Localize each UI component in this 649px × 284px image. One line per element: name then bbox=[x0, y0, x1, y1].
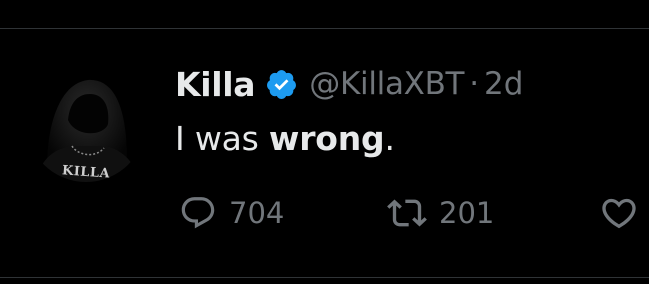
avatar[interactable]: KILLA bbox=[26, 62, 146, 182]
timestamp[interactable]: 2d bbox=[484, 66, 523, 102]
divider-bottom bbox=[0, 277, 649, 278]
display-name[interactable]: Killa bbox=[175, 65, 256, 104]
like-button[interactable] bbox=[599, 190, 639, 236]
retweet-icon bbox=[387, 193, 427, 233]
verified-badge-icon[interactable] bbox=[265, 68, 298, 101]
tweet-card[interactable]: KILLA Killa @KillaXBT · 2d I was wrong. … bbox=[0, 0, 649, 284]
tweet-header: Killa @KillaXBT · 2d bbox=[175, 58, 523, 110]
retweet-button[interactable]: 201 bbox=[387, 190, 494, 236]
user-handle[interactable]: @KillaXBT bbox=[309, 66, 464, 102]
action-bar: 704 201 bbox=[175, 190, 649, 236]
tweet-text-end: . bbox=[384, 119, 395, 158]
reply-count: 704 bbox=[229, 196, 285, 230]
heart-icon bbox=[599, 193, 639, 233]
divider-top bbox=[0, 28, 649, 29]
reply-icon bbox=[179, 194, 217, 232]
tweet-text: I was wrong. bbox=[175, 119, 395, 158]
reply-button[interactable]: 704 bbox=[179, 190, 284, 236]
tweet-text-bold: wrong bbox=[268, 119, 385, 158]
retweet-count: 201 bbox=[439, 196, 495, 230]
tweet-text-start: I was bbox=[175, 119, 269, 158]
separator-dot: · bbox=[469, 66, 480, 102]
